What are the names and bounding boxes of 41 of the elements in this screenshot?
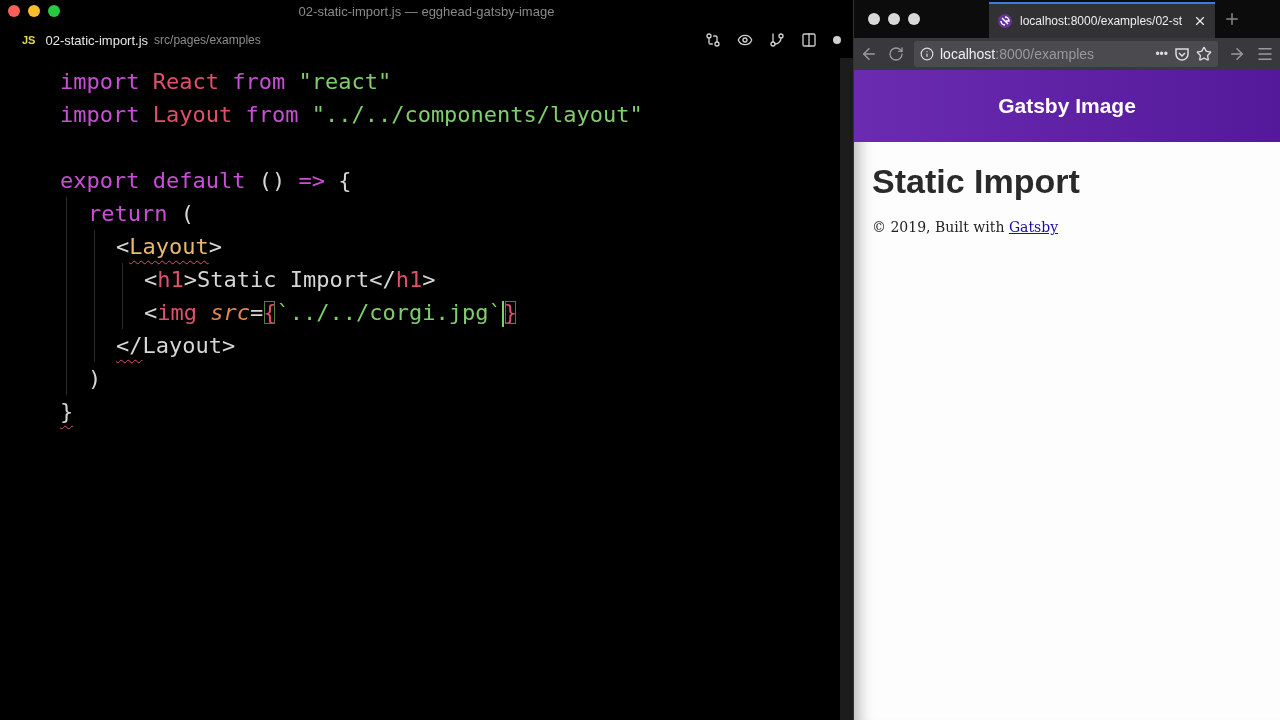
browser-zoom-button[interactable] [908, 13, 920, 25]
code-line: ) [88, 365, 103, 393]
code-line: export default () => { [60, 167, 353, 195]
reload-icon[interactable] [888, 46, 904, 62]
address-bar[interactable]: localhost:8000/examples ••• [914, 41, 1218, 67]
code-line: import React from "react" [60, 68, 393, 96]
footer-text: © 2019, Built with Gatsby [872, 219, 1060, 235]
code-line: <h1>Static Import</h1> [144, 266, 437, 294]
gatsby-link[interactable]: Gatsby [1008, 219, 1059, 235]
split-view-icon[interactable] [801, 32, 817, 48]
browser-minimize-button[interactable] [888, 13, 900, 25]
close-tab-icon[interactable] [1193, 14, 1207, 28]
zoom-button[interactable] [48, 5, 60, 17]
info-icon[interactable] [920, 47, 934, 61]
minimize-button[interactable] [28, 5, 40, 17]
file-path: src/pages/examples [154, 33, 261, 47]
new-tab-icon[interactable] [1223, 10, 1241, 28]
scrollbar-track[interactable] [840, 58, 853, 720]
site-logo-icon [997, 13, 1013, 29]
code-line: import Layout from "../../components/layout" [60, 101, 644, 129]
code-line: </Layout> [116, 332, 237, 360]
code-line: <Layout> [116, 233, 223, 261]
compare-icon[interactable] [705, 32, 721, 48]
file-name[interactable]: 02-static-import.js [45, 32, 149, 48]
site-title[interactable]: Gatsby Image [998, 94, 1136, 118]
forward-icon[interactable] [1228, 45, 1246, 63]
more-actions-button[interactable]: ••• [1155, 47, 1168, 61]
browser-close-button[interactable] [868, 13, 880, 25]
file-type-label: JS [22, 34, 36, 46]
code-line: } [60, 398, 75, 426]
code-line: return ( [88, 200, 195, 228]
menu-icon[interactable] [1256, 45, 1274, 63]
close-button[interactable] [8, 5, 20, 17]
pocket-icon[interactable] [1174, 46, 1190, 62]
back-icon[interactable] [860, 45, 878, 63]
star-icon[interactable] [1196, 46, 1212, 62]
branch-icon[interactable] [769, 32, 785, 48]
window-title: 02-static-import.js — egghead-gatsby-image [297, 3, 556, 19]
page-heading: Static Import [872, 162, 1081, 201]
eye-icon[interactable] [737, 32, 753, 48]
browser-tab[interactable]: localhost:8000/examples/02-st [989, 2, 1215, 38]
